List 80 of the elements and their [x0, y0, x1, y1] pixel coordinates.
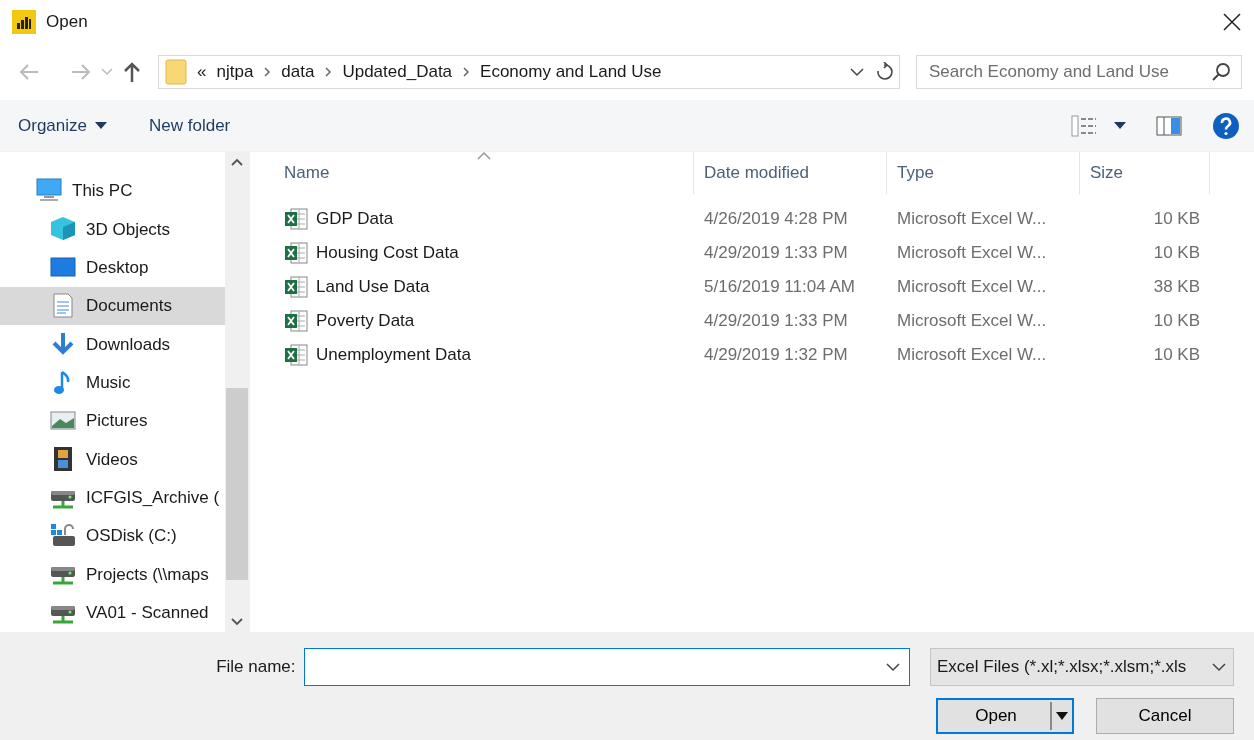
date-cell-text: 4/29/2019 1:32 PM [703, 344, 849, 367]
close-icon[interactable] [1222, 12, 1242, 32]
breadcrumb-item[interactable]: data [281, 59, 315, 85]
spreadsheet-icon [284, 241, 308, 265]
refresh-icon[interactable] [875, 62, 893, 82]
file-name[interactable]: GDP Data [274, 206, 694, 232]
type-cell-text: Microsoft Excel W... [896, 208, 1048, 231]
cancel-button[interactable]: Cancel [1096, 698, 1234, 734]
up-arrow-icon[interactable] [122, 61, 142, 83]
size-cell-text: 38 KB [1152, 276, 1201, 299]
file-name[interactable]: Housing Cost Data [274, 240, 694, 266]
sidebar-item[interactable]: Projects (\\maps [0, 555, 225, 594]
breadcrumb-item[interactable]: Updated_Data [342, 59, 453, 85]
sidebar-item[interactable]: Music [0, 363, 225, 402]
new-folder-button[interactable]: New folder [143, 108, 237, 143]
type-cell-text: Microsoft Excel W... [896, 242, 1048, 265]
sidebar-item[interactable]: Videos [0, 440, 225, 479]
breadcrumb-item[interactable]: njtpa [216, 59, 254, 85]
address-bar[interactable]: « njtpa data Updated_Data Economy and Land Use [158, 55, 900, 89]
column-header[interactable]: Date modified [694, 152, 887, 194]
document-icon [50, 293, 76, 320]
details-view-icon[interactable] [1071, 114, 1097, 137]
spreadsheet-icon [284, 343, 308, 367]
file-name-field[interactable] [304, 648, 910, 686]
caret-icon [95, 121, 107, 130]
folder-icon [165, 59, 187, 85]
breadcrumb-item[interactable]: Economy and Land Use [480, 59, 662, 85]
file-name[interactable]: Poverty Data [274, 308, 694, 334]
column-header[interactable]: Size [1080, 152, 1210, 194]
help-icon[interactable] [1212, 111, 1240, 140]
date-cell-text: 4/29/2019 1:33 PM [703, 242, 849, 265]
chevron-right-icon[interactable] [263, 66, 272, 78]
organize-menu[interactable]: Organize [12, 108, 113, 143]
search-icon[interactable] [1211, 62, 1231, 82]
sidebar-item[interactable]: 3D Objects [0, 210, 225, 249]
sidebar-item[interactable]: This PC [0, 172, 225, 211]
preview-pane-icon[interactable] [1156, 115, 1182, 136]
caret-icon[interactable] [1114, 121, 1126, 130]
sidebar-item[interactable]: VA01 - Scanned [0, 593, 225, 632]
sidebar-item[interactable]: ICFGIS_Archive ( [0, 478, 225, 517]
scroll-down-icon[interactable] [231, 618, 243, 626]
sidebar-item[interactable]: Desktop [0, 248, 225, 287]
date-cell-text: 4/29/2019 1:33 PM [703, 310, 849, 333]
dropdown-arrow-icon [1050, 700, 1070, 732]
type-cell-text: Microsoft Excel W... [896, 276, 1048, 299]
file-name[interactable]: Unemployment Data [274, 342, 694, 368]
spreadsheet-icon [284, 207, 308, 231]
chevron-right-icon[interactable] [324, 66, 333, 78]
sidebar-item[interactable]: Downloads [0, 325, 225, 364]
date-cell-text: 4/26/2019 4:28 PM [703, 208, 849, 231]
type-cell-text: Microsoft Excel W... [896, 310, 1048, 333]
column-header[interactable]: Type [887, 152, 1080, 194]
open-button[interactable]: Open [936, 698, 1074, 734]
sidebar-item[interactable]: OSDisk (C:) [0, 516, 225, 556]
size-cell-text: 10 KB [1152, 344, 1201, 367]
chevron-down-icon[interactable] [885, 662, 901, 672]
size-cell-text: 10 KB [1152, 242, 1201, 265]
size-cell-text: 10 KB [1152, 208, 1201, 231]
chevron-down-icon[interactable] [849, 67, 865, 77]
type-cell-text: Microsoft Excel W... [896, 344, 1048, 367]
file-type-dropdown[interactable]: Excel Files (*.xl;*.xlsx;*.xlsm;*.xls [930, 648, 1234, 686]
file-name-label: File name: [216, 656, 296, 679]
overflow-chevron[interactable]: « [197, 59, 207, 85]
date-cell-text: 5/16/2019 11:04 AM [703, 276, 856, 299]
size-cell-text: 10 KB [1152, 310, 1201, 333]
scroll-up-icon[interactable] [231, 158, 243, 166]
spreadsheet-icon [284, 275, 308, 299]
spreadsheet-icon [284, 309, 308, 333]
sidebar-item[interactable]: Pictures [0, 401, 225, 441]
chevron-down-icon [1211, 662, 1227, 672]
scroll-thumb[interactable] [226, 388, 248, 580]
cube-icon [50, 216, 76, 243]
column-header[interactable]: Name [274, 152, 694, 194]
scrollbar[interactable] [225, 152, 249, 632]
sidebar-item[interactable]: Documents [0, 287, 225, 326]
chevron-right-icon[interactable] [462, 66, 471, 78]
search-field[interactable]: Search Economy and Land Use [916, 55, 1242, 89]
file-name[interactable]: Land Use Data [274, 274, 694, 300]
app-icon [12, 10, 36, 34]
window-title: Open [46, 11, 88, 34]
